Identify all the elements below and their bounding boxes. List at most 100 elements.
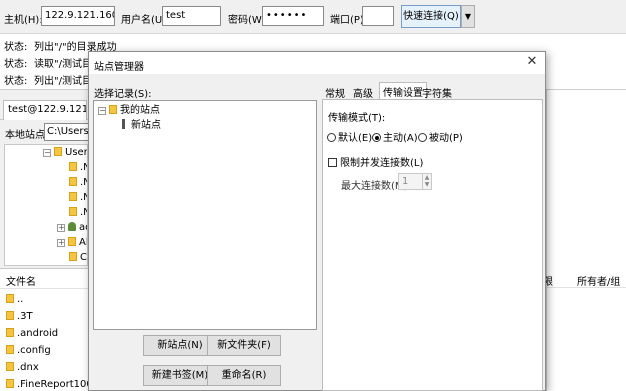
folder-icon — [6, 328, 14, 337]
host-input[interactable]: 122.9.121.160 — [41, 6, 115, 26]
local-directory-tree: − Users .N .N .N .N + ad + Al Cl — [4, 144, 88, 266]
tree-node[interactable]: + ad — [57, 221, 87, 235]
site-manager-dialog: 站点管理器 ✕ 选择记录(S): − 我的站点 新站点 新站点(N) 新文件夹(F… — [88, 51, 546, 391]
tree-node-label: Cl — [80, 252, 87, 263]
stepper-arrows-icon[interactable]: ▲ ▼ — [422, 174, 431, 189]
password-input[interactable]: •••••• — [262, 6, 324, 26]
list-item[interactable]: .FineReport100 — [6, 379, 93, 390]
select-entry-label: 选择记录(S): — [94, 89, 152, 100]
tree-node-label: ad — [79, 222, 87, 233]
stepper-value: 1 — [402, 176, 409, 187]
list-item[interactable]: .3T — [6, 311, 33, 322]
log-key: 状态: — [4, 59, 28, 70]
checkbox-icon — [328, 158, 337, 167]
tree-node-label: 新站点 — [131, 120, 161, 131]
folder-icon — [69, 177, 77, 186]
file-name: .config — [17, 345, 51, 356]
tree-node[interactable]: .N — [69, 206, 87, 220]
radio-label: 被动(P) — [429, 133, 463, 144]
tree-node-label: .N — [80, 162, 87, 173]
folder-icon — [6, 362, 14, 371]
log-key: 状态: — [4, 76, 28, 87]
folder-icon — [54, 147, 62, 156]
dialog-title: 站点管理器 — [94, 62, 144, 73]
radio-passive[interactable]: 被动(P) — [418, 129, 463, 144]
new-folder-button[interactable]: 新文件夹(F) — [207, 335, 281, 356]
site-tree: − 我的站点 新站点 — [93, 100, 317, 330]
local-file-list: 文件名 .. .3T .android .config .dnx .FineRe… — [0, 268, 93, 391]
server-icon — [122, 119, 125, 129]
radio-icon — [418, 133, 427, 142]
folder-icon — [69, 252, 77, 261]
expand-icon[interactable]: + — [57, 224, 65, 232]
new-site-button[interactable]: 新站点(N) — [143, 335, 217, 356]
user-input[interactable]: test — [162, 6, 221, 26]
log-key: 状态: — [4, 42, 28, 53]
close-icon[interactable]: ✕ — [525, 55, 539, 69]
quickconnect-dropdown-icon[interactable]: ▼ — [461, 5, 475, 28]
column-header-filename[interactable]: 文件名 — [0, 269, 92, 289]
tree-node[interactable]: .N — [69, 191, 87, 205]
tree-node-label: 我的站点 — [120, 105, 160, 116]
tree-node[interactable]: Cl — [69, 251, 87, 265]
transfer-mode-label: 传输模式(T): — [328, 113, 386, 124]
folder-icon — [6, 345, 14, 354]
collapse-icon[interactable]: − — [43, 149, 51, 157]
file-name: .dnx — [17, 362, 39, 373]
host-label: 主机(H): — [4, 15, 43, 26]
file-name: .android — [17, 328, 59, 339]
folder-icon — [6, 311, 14, 320]
tree-node[interactable]: .N — [69, 176, 87, 190]
local-site-bar: 本地站点: C:\Users\ad — [0, 122, 92, 142]
remote-file-header: 限 所有者/组 — [543, 268, 626, 288]
file-name: .3T — [17, 311, 33, 322]
tab-advanced[interactable]: 高级 — [350, 84, 376, 100]
quickconnect-button[interactable]: 快速连接(Q) — [401, 5, 461, 28]
folder-icon — [6, 379, 14, 388]
tree-node-label: .N — [80, 192, 87, 203]
tree-node-label: Users — [65, 147, 88, 158]
dialog-titlebar: 站点管理器 ✕ — [89, 52, 545, 74]
file-name: .. — [17, 294, 24, 305]
list-item[interactable]: .. — [6, 294, 23, 305]
expand-icon[interactable]: + — [57, 239, 65, 247]
max-connections-stepper[interactable]: 1 ▲ ▼ — [398, 173, 432, 190]
folder-icon — [69, 162, 77, 171]
tree-node[interactable]: − Users — [43, 146, 88, 160]
tree-node[interactable]: + Al — [57, 236, 88, 250]
tree-node-my-sites[interactable]: − 我的站点 — [98, 104, 160, 118]
port-input[interactable] — [362, 6, 394, 26]
checkbox-label: 限制并发连接数(L) — [340, 158, 424, 169]
column-header-owner[interactable]: 所有者/组 — [577, 273, 620, 288]
radio-default[interactable]: 默认(E) — [327, 129, 372, 144]
tab-site[interactable]: test@122.9.121.160 — [3, 100, 87, 120]
tree-node[interactable]: .N — [69, 161, 87, 175]
folder-icon — [109, 105, 117, 114]
file-name: .FineReport100 — [17, 379, 93, 390]
rename-button[interactable]: 重命名(R) — [207, 365, 281, 386]
list-item[interactable]: .config — [6, 345, 51, 356]
remote-pane: 限 所有者/组 — [543, 90, 626, 391]
user-folder-icon — [68, 222, 76, 231]
limit-connections-checkbox[interactable]: 限制并发连接数(L) — [328, 154, 423, 169]
transfer-settings-panel: 传输模式(T): 默认(E) 主动(A) 被动(P) 限制并发连接数(L) 最大… — [322, 99, 543, 391]
quickconnect-bar: 主机(H): 122.9.121.160 用户名(U): test 密码(W):… — [0, 0, 626, 34]
radio-label: 主动(A) — [383, 133, 418, 144]
tree-node-label: .N — [80, 177, 87, 188]
radio-active[interactable]: 主动(A) — [372, 129, 418, 144]
tree-node-new-site[interactable]: 新站点 — [122, 119, 161, 133]
local-path-input[interactable]: C:\Users\ad — [44, 123, 92, 141]
tab-charset[interactable]: 字符集 — [419, 84, 455, 100]
radio-label: 默认(E) — [338, 133, 373, 144]
local-site-label: 本地站点: — [5, 130, 49, 141]
tree-node-label: .N — [80, 207, 87, 218]
tree-node-label: Al — [79, 237, 88, 248]
tab-general[interactable]: 常规 — [322, 84, 348, 100]
folder-icon — [68, 237, 76, 246]
list-item[interactable]: .dnx — [6, 362, 39, 373]
new-bookmark-button[interactable]: 新建书签(M) — [143, 365, 217, 386]
list-item[interactable]: .android — [6, 328, 58, 339]
collapse-icon[interactable]: − — [98, 107, 106, 115]
folder-icon — [69, 192, 77, 201]
folder-icon — [69, 207, 77, 216]
